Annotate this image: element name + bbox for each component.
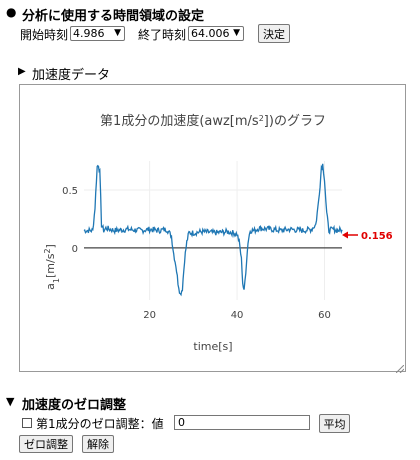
accel-section-label[interactable]: 加速度データ (32, 64, 110, 83)
current-value-marker: 0.156 (342, 231, 393, 242)
x-tick-label: 20 (143, 310, 156, 321)
zero-value-input[interactable]: 0 (174, 415, 310, 430)
y-tick-label: 0.5 (62, 186, 78, 197)
y-axis-label: a1[m/s2] (43, 244, 61, 290)
y-tick-label: 0 (72, 244, 78, 255)
end-time-label: 終了時刻 (138, 28, 187, 42)
time-settings-title: 分析に使用する時間領域の設定 (22, 9, 205, 24)
time-settings-bullet: ● (6, 5, 17, 19)
start-time-value: 4.986 (73, 27, 105, 40)
zero-checkbox[interactable] (22, 418, 32, 428)
confirm-button[interactable]: 決定 (258, 24, 290, 43)
zero-value-text: 0 (178, 416, 185, 429)
x-axis-label: time[s] (193, 340, 232, 353)
end-time-value: 64.006 (191, 27, 230, 40)
release-button[interactable]: 解除 (82, 435, 114, 453)
tick-labels: 20 40 60 0 0.5 (62, 186, 331, 321)
chart-panel: 第1成分の加速度(awz[m/s2])のグラフ a1[m/s2] time[s]… (19, 84, 406, 374)
end-time-select[interactable]: 64.006 ▼ (188, 26, 244, 41)
start-time-label: 開始時刻 (20, 28, 69, 42)
series-line-awz (83, 163, 343, 297)
x-tick-label: 60 (318, 310, 331, 321)
acceleration-chart: 第1成分の加速度(awz[m/s2])のグラフ a1[m/s2] time[s]… (43, 113, 393, 353)
zero-toggle-icon[interactable]: ▼ (6, 395, 14, 408)
chevron-down-icon: ▼ (114, 28, 121, 38)
zero-adjust-button[interactable]: ゼロ調整 (19, 435, 73, 453)
current-value-label: 0.156 (361, 231, 393, 242)
zero-checkbox-label: 第1成分のゼロ調整：値 (36, 417, 164, 431)
accel-toggle-icon[interactable]: ▶ (18, 66, 26, 77)
start-time-select[interactable]: 4.986 ▼ (70, 26, 125, 41)
arrow-left-icon (342, 231, 348, 239)
average-button[interactable]: 平均 (319, 414, 350, 433)
chart-title: 第1成分の加速度(awz[m/s2])のグラフ (100, 113, 326, 129)
chevron-down-icon: ▼ (233, 28, 240, 38)
resize-handle-icon[interactable] (395, 362, 405, 374)
x-tick-label: 40 (231, 310, 244, 321)
zero-section-label[interactable]: 加速度のゼロ調整 (22, 394, 126, 413)
